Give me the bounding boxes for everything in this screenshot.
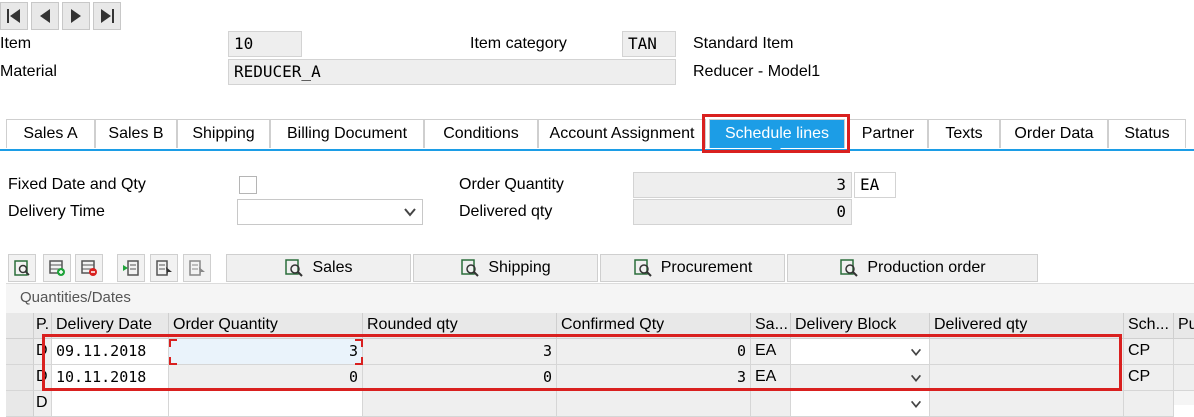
details-icon bbox=[633, 259, 652, 277]
select-all-rows-header[interactable] bbox=[6, 313, 34, 339]
fixed-date-label: Fixed Date and Qty bbox=[8, 176, 146, 193]
insert-row-icon bbox=[49, 260, 65, 276]
delivered-qty-field[interactable]: 0 bbox=[633, 199, 852, 225]
material-field[interactable]: REDUCER_A bbox=[228, 59, 676, 85]
item-category-field[interactable]: TAN bbox=[622, 31, 676, 57]
delivery-time-label: Delivery Time bbox=[8, 203, 105, 220]
tab-billing-document[interactable]: Billing Document bbox=[270, 119, 424, 148]
order-quantity-field[interactable]: 3 bbox=[633, 172, 852, 198]
tab-partner[interactable]: Partner bbox=[848, 119, 928, 148]
sales-button[interactable]: Sales bbox=[226, 254, 411, 282]
tab-sales-b[interactable]: Sales B bbox=[95, 119, 177, 148]
procurement-button[interactable]: Procurement bbox=[600, 254, 785, 282]
table-cell-p: D bbox=[34, 391, 52, 417]
next-page-icon bbox=[71, 9, 81, 23]
tab-shipping[interactable]: Shipping bbox=[177, 119, 270, 148]
delivered-qty-label: Delivered qty bbox=[459, 203, 553, 220]
table-title: Quantities/Dates bbox=[20, 289, 131, 306]
column-header-purchase[interactable]: Pu bbox=[1174, 313, 1194, 339]
table-cell-rounded-qty bbox=[363, 391, 557, 417]
details-icon bbox=[285, 259, 304, 277]
table-cell-schedule-line-category bbox=[1124, 391, 1174, 417]
procurement-button-label: Procurement bbox=[660, 259, 753, 276]
details-button[interactable] bbox=[8, 254, 36, 282]
shipping-button-label: Shipping bbox=[488, 259, 551, 276]
order-quantity-label: Order Quantity bbox=[459, 176, 564, 193]
material-text: Reducer - Model1 bbox=[693, 63, 821, 80]
production-order-button[interactable]: Production order bbox=[787, 254, 1038, 282]
tab-account-assignment[interactable]: Account Assignment bbox=[538, 119, 706, 148]
schedule-lines-highlight bbox=[702, 114, 850, 153]
production-order-button-label: Production order bbox=[867, 259, 986, 276]
table-cell-delivery-block[interactable] bbox=[791, 391, 930, 417]
table-cell-schedule-line-category: CP bbox=[1124, 339, 1174, 365]
tab-underline bbox=[0, 149, 1194, 151]
tab-texts[interactable]: Texts bbox=[928, 119, 1000, 148]
table-cell-purchase bbox=[1174, 365, 1194, 391]
item-field[interactable]: 10 bbox=[228, 31, 302, 57]
table-cell-purchase bbox=[1174, 339, 1194, 365]
table-cell-order-quantity[interactable] bbox=[169, 391, 363, 417]
item-category-text: Standard Item bbox=[693, 35, 794, 52]
select-all-icon bbox=[123, 260, 139, 276]
tab-order-data[interactable]: Order Data bbox=[1000, 119, 1108, 148]
row-selector[interactable] bbox=[6, 365, 34, 391]
previous-page-button[interactable] bbox=[31, 2, 59, 30]
details-icon bbox=[461, 259, 480, 277]
table-cell-schedule-line-category: CP bbox=[1124, 365, 1174, 391]
first-page-icon bbox=[7, 9, 20, 23]
details-icon bbox=[840, 259, 859, 277]
fixed-date-checkbox[interactable] bbox=[239, 176, 257, 194]
row-selector[interactable] bbox=[6, 391, 34, 417]
order-quantity-unit[interactable]: EA bbox=[854, 172, 896, 198]
previous-page-icon bbox=[40, 9, 50, 23]
row-selector[interactable] bbox=[6, 339, 34, 365]
tab-conditions[interactable]: Conditions bbox=[424, 119, 538, 148]
tab-status[interactable]: Status bbox=[1108, 119, 1186, 148]
chevron-down-icon bbox=[910, 400, 922, 408]
last-page-icon bbox=[101, 9, 114, 23]
details-icon bbox=[14, 260, 30, 276]
schedule-rows-highlight bbox=[42, 334, 1122, 391]
table-cell-delivered-qty bbox=[930, 391, 1124, 417]
material-label: Material bbox=[0, 63, 57, 80]
table-cell-delivery-date[interactable] bbox=[52, 391, 169, 417]
select-block-icon bbox=[156, 260, 172, 276]
select-all-button[interactable] bbox=[117, 254, 145, 282]
tab-sales-a[interactable]: Sales A bbox=[6, 119, 95, 148]
delivery-time-dropdown[interactable] bbox=[237, 199, 423, 225]
next-page-button[interactable] bbox=[62, 2, 90, 30]
column-header-schedule-line-category[interactable]: Sch... bbox=[1124, 313, 1174, 339]
first-page-button[interactable] bbox=[0, 2, 28, 30]
shipping-button[interactable]: Shipping bbox=[413, 254, 598, 282]
deselect-all-button[interactable] bbox=[183, 254, 211, 282]
delete-row-button[interactable] bbox=[75, 254, 103, 282]
chevron-down-icon bbox=[404, 208, 416, 217]
insert-row-button[interactable] bbox=[43, 254, 71, 282]
select-block-button[interactable] bbox=[150, 254, 178, 282]
sales-button-label: Sales bbox=[312, 259, 353, 276]
deselect-all-icon bbox=[189, 260, 205, 276]
table-cell-sales-unit bbox=[751, 391, 791, 417]
item-category-label: Item category bbox=[470, 35, 567, 52]
table-cell-confirmed-qty bbox=[557, 391, 751, 417]
tab-strip: Sales A Sales B Shipping Billing Documen… bbox=[6, 119, 1194, 149]
delete-row-icon bbox=[81, 260, 97, 276]
item-label: Item bbox=[0, 35, 32, 52]
last-page-button[interactable] bbox=[93, 2, 121, 30]
